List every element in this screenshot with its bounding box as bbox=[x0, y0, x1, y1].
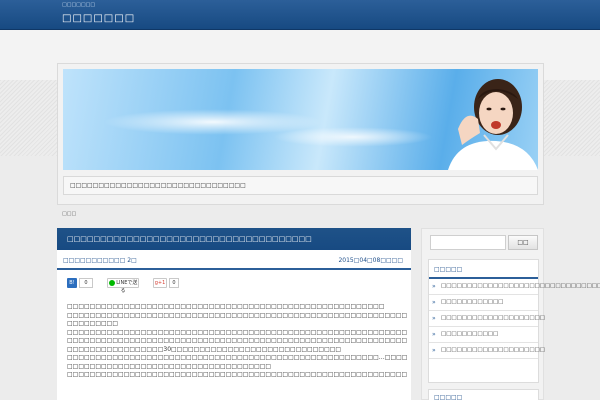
sidebar-link-item[interactable]: » □□□□□□□□□□□ bbox=[429, 327, 538, 343]
sidebar-widget: □□□□□ bbox=[428, 389, 539, 400]
post-paragraph: □□□□□□□□□□□□□□□□□□□□□□□□□□□□□□□□□□□□□□□□… bbox=[67, 371, 407, 378]
sidebar-link-item[interactable]: »□□□□□□□□□□□□□□□□□□□□□□□□□□□□□□□□□□□□ bbox=[429, 279, 600, 295]
post-paragraph: □□□□□□□□□□□□□□□□□□□□□□□□□□□□□□□□□□□□□□□□… bbox=[67, 337, 407, 344]
widget-title: □□□□□ bbox=[429, 260, 538, 279]
breadcrumb[interactable]: □□□ bbox=[62, 211, 76, 217]
post-body: □□□□□□□□□□□□□□□□□□□□□□□□□□□□□□□□□□□□□□□□… bbox=[67, 303, 407, 380]
site-title[interactable]: □□□□□□□ bbox=[62, 13, 135, 24]
post-paragraph: □□□□□□□□□□□□□□□□□□□□□□□□□□□□□□□□□□□□□□□□… bbox=[67, 311, 407, 319]
post-paragraph: □□□□□□□□□ bbox=[67, 320, 119, 327]
double-chevron-right-icon: » bbox=[432, 283, 436, 290]
post-date: 2015□04□08□□□□ bbox=[338, 257, 403, 264]
site-tagline: □□□□□□□ bbox=[62, 2, 96, 8]
widget-title: □□□□□ bbox=[429, 390, 538, 400]
site-header: □□□□□□□ □□□□□□□ bbox=[0, 0, 600, 30]
post-paragraph: □□□□□□□□□□□□□□□□□□□□□□□□□□□□□□□□□□□□ bbox=[67, 362, 272, 370]
hatena-count: 0 bbox=[79, 278, 93, 288]
hatena-bookmark-button[interactable]: B! bbox=[67, 278, 77, 288]
sidebar-link-item[interactable]: » □□□□□□□□□□□□□□□□□□□□ bbox=[429, 311, 545, 327]
double-chevron-right-icon: » bbox=[432, 347, 436, 354]
double-chevron-right-icon: » bbox=[432, 315, 436, 322]
sidebar-widget: □□□□□ »□□□□□□□□□□□□□□□□□□□□□□□□□□□□□□□□□… bbox=[428, 259, 600, 383]
post-category[interactable]: □□□□□□□□□□□ 2□ bbox=[63, 257, 137, 264]
post-meta: □□□□□□□□□□□ 2□ 2015□04□08□□□□ bbox=[57, 250, 411, 270]
line-share-button[interactable]: LINEで送る bbox=[107, 278, 139, 294]
search-button[interactable]: □□ bbox=[508, 235, 538, 250]
hero-banner bbox=[63, 69, 538, 170]
post-title: □□□□□□□□□□□□□□□□□□□□□□□□□□□□□□□□□□□□□ bbox=[57, 228, 411, 250]
double-chevron-right-icon: » bbox=[432, 299, 436, 306]
post-paragraph: □□□□□□□□□□□□□□□□□□□□□□□□□□□□□□□□□□□□□□□□… bbox=[67, 354, 407, 361]
sidebar-link-item[interactable]: » □□□□□□□□□□□□□□□□□□□□ bbox=[429, 343, 545, 359]
google-plus-button[interactable]: g+1 bbox=[153, 278, 167, 288]
google-plus-count: 0 bbox=[169, 278, 179, 288]
hero-light-streak bbox=[273, 127, 433, 147]
sidebar: □□ □□□□□ » □□□□□□□□□□□□□□□□□□□□□□□□□□□□□□… bbox=[421, 228, 600, 400]
line-share-label: LINEで送る bbox=[116, 280, 138, 294]
hero-caption: □□□□□□□□□□□□□□□□□□□□□□□□□□□□□□□ bbox=[63, 176, 538, 195]
main-content: □□□□□□□□□□□□□□□□□□□□□□□□□□□□□□□□□□□□□ □□… bbox=[57, 228, 411, 400]
hero-person-image bbox=[448, 79, 538, 170]
line-icon bbox=[108, 279, 115, 286]
post-paragraph: □□□□□□□□□□□□□□□□□□□□□□□□□□□□□□□□□□□□□□□□… bbox=[67, 303, 385, 310]
double-chevron-right-icon: » bbox=[432, 331, 436, 338]
sidebar-link-item[interactable]: » □□□□□□□□□□□□ bbox=[429, 295, 538, 311]
post-paragraph: □□□□□□□□□□□□□□□□□□□□□□□□□□□□□□□□□□□□□□□□… bbox=[67, 328, 407, 336]
search-input[interactable] bbox=[430, 235, 506, 250]
post-paragraph: □□□□□□□□□□□□□□□□□30□□□□□□□□□□□□□□□□□□□□□… bbox=[67, 345, 342, 353]
